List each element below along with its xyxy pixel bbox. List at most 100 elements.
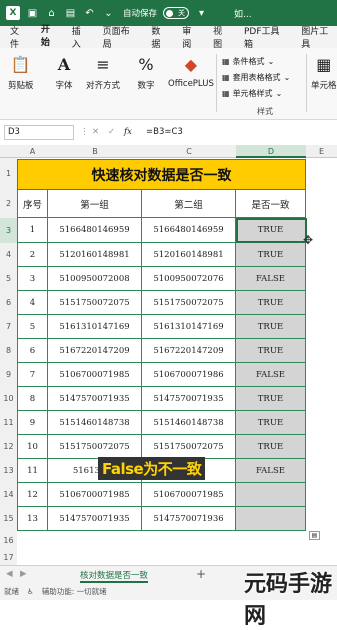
- print-icon[interactable]: ▤: [64, 7, 77, 20]
- row-header-16[interactable]: 16: [0, 531, 17, 551]
- table-cell[interactable]: 5151460148738: [48, 411, 142, 435]
- table-cell[interactable]: 5147570071936: [142, 507, 236, 531]
- tab-file[interactable]: 文件: [10, 24, 28, 50]
- cells-group[interactable]: ▦ 单元格: [311, 52, 337, 92]
- table-cell[interactable]: 13: [17, 507, 48, 531]
- table-cell[interactable]: [236, 483, 306, 507]
- table-cell[interactable]: 5147570071935: [142, 387, 236, 411]
- clipboard-group[interactable]: 📋 剪贴板: [8, 52, 34, 92]
- table-cell[interactable]: 10: [17, 435, 48, 459]
- row-header-14[interactable]: 14: [0, 483, 17, 507]
- table-cell[interactable]: TRUE: [236, 243, 306, 267]
- column-header-d[interactable]: D: [236, 145, 306, 158]
- table-cell[interactable]: 8: [17, 387, 48, 411]
- tab-data[interactable]: 数据: [151, 24, 169, 50]
- table-cell[interactable]: 3: [17, 267, 48, 291]
- row-header-5[interactable]: 5: [0, 267, 17, 291]
- row-header-9[interactable]: 9: [0, 363, 17, 387]
- table-cell[interactable]: FALSE: [236, 459, 306, 483]
- table-cell[interactable]: TRUE: [236, 435, 306, 459]
- table-cell[interactable]: 4: [17, 291, 48, 315]
- table-cell[interactable]: 5100950072008: [48, 267, 142, 291]
- table-cell[interactable]: 5120160148981: [142, 243, 236, 267]
- row-header-6[interactable]: 6: [0, 291, 17, 315]
- column-header-c[interactable]: C: [142, 145, 236, 158]
- table-cell[interactable]: 5151750072075: [142, 291, 236, 315]
- table-cell[interactable]: 5151750072075: [48, 435, 142, 459]
- table-cell[interactable]: 5106700071985: [142, 483, 236, 507]
- row-header-4[interactable]: 4: [0, 243, 17, 267]
- chevron-down-icon[interactable]: ⌄: [102, 7, 115, 20]
- tab-page-layout[interactable]: 页面布局: [103, 24, 139, 50]
- spreadsheet-grid[interactable]: ABCDE 快速核对数据是否一致 序号 第一组 第二组 是否一致 1 5166480146…: [0, 145, 337, 565]
- table-header-cell[interactable]: 是否一致: [236, 190, 306, 218]
- name-box[interactable]: D3: [4, 125, 74, 140]
- table-title[interactable]: 快速核对数据是否一致: [17, 159, 306, 190]
- save-icon[interactable]: ▣: [26, 7, 39, 20]
- table-cell[interactable]: 5106700071985: [48, 483, 142, 507]
- table-cell[interactable]: TRUE: [236, 291, 306, 315]
- table-cell[interactable]: 11: [17, 459, 48, 483]
- row-header-13[interactable]: 13: [0, 459, 17, 483]
- table-cell[interactable]: 5166480146959: [48, 218, 142, 243]
- tab-insert[interactable]: 插入: [72, 24, 90, 50]
- table-cell[interactable]: FALSE: [236, 363, 306, 387]
- row-header-2[interactable]: 2: [0, 190, 17, 218]
- font-group[interactable]: A 字体: [52, 52, 76, 92]
- add-sheet-icon[interactable]: +: [196, 567, 206, 581]
- tab-review[interactable]: 审阅: [182, 24, 200, 50]
- officeplus-group[interactable]: ◆ OfficePLUS: [168, 52, 214, 90]
- column-header-e[interactable]: E: [306, 145, 337, 158]
- formula-bar[interactable]: ⋮ ✕ ✓ fx =B3=C3: [80, 125, 337, 140]
- table-cell[interactable]: 12: [17, 483, 48, 507]
- row-header-10[interactable]: 10: [0, 387, 17, 411]
- row-header-8[interactable]: 8: [0, 339, 17, 363]
- table-cell[interactable]: 1: [17, 218, 48, 243]
- table-header-cell[interactable]: 第一组: [48, 190, 142, 218]
- table-cell[interactable]: 5151750072075: [48, 291, 142, 315]
- row-header-17[interactable]: 17: [0, 551, 17, 565]
- conditional-format-button[interactable]: ▦ 条件格式 ⌄: [222, 56, 274, 67]
- table-cell[interactable]: 5166480146959: [142, 218, 236, 243]
- next-sheet-icon[interactable]: ▶: [20, 569, 27, 579]
- table-header-cell[interactable]: 第二组: [142, 190, 236, 218]
- tab-image-tools[interactable]: 图片工具: [301, 24, 337, 50]
- align-group[interactable]: ≡ 对齐方式: [86, 52, 120, 92]
- table-cell[interactable]: 5161310147169: [48, 315, 142, 339]
- table-cell[interactable]: 5: [17, 315, 48, 339]
- tab-view[interactable]: 视图: [213, 24, 231, 50]
- row-header-15[interactable]: 15: [0, 507, 17, 531]
- table-cell[interactable]: 7: [17, 363, 48, 387]
- table-cell[interactable]: TRUE: [236, 315, 306, 339]
- fx-icon[interactable]: fx: [124, 125, 132, 139]
- table-cell[interactable]: TRUE: [236, 411, 306, 435]
- cancel-icon[interactable]: ✕: [92, 125, 99, 139]
- cell-styles-button[interactable]: ▦ 单元格样式 ⌄: [222, 88, 282, 99]
- table-cell[interactable]: TRUE: [236, 387, 306, 411]
- table-cell[interactable]: [236, 507, 306, 531]
- table-cell[interactable]: 5106700071985: [48, 363, 142, 387]
- table-cell[interactable]: TRUE: [236, 218, 306, 243]
- table-cell[interactable]: 5147570071935: [48, 387, 142, 411]
- table-header-cell[interactable]: 序号: [17, 190, 48, 218]
- number-group[interactable]: % 数字: [134, 52, 158, 92]
- tab-pdf-tools[interactable]: PDF工具箱: [244, 24, 288, 50]
- undo-icon[interactable]: ↶: [83, 7, 96, 20]
- table-cell[interactable]: 5161310147169: [142, 315, 236, 339]
- table-cell[interactable]: TRUE: [236, 339, 306, 363]
- column-header-a[interactable]: A: [17, 145, 48, 158]
- row-header-11[interactable]: 11: [0, 411, 17, 435]
- table-cell[interactable]: 5120160148981: [48, 243, 142, 267]
- save-cloud-icon[interactable]: ▾: [195, 7, 208, 20]
- table-cell[interactable]: 9: [17, 411, 48, 435]
- table-cell[interactable]: 2: [17, 243, 48, 267]
- table-cell[interactable]: 5147570071935: [48, 507, 142, 531]
- row-header-12[interactable]: 12: [0, 435, 17, 459]
- formula-text[interactable]: =B3=C3: [146, 125, 183, 139]
- file-name[interactable]: 如...: [234, 7, 252, 20]
- accessibility-status[interactable]: 辅助功能: 一切就绪: [42, 586, 107, 597]
- prev-sheet-icon[interactable]: ◀: [6, 569, 13, 579]
- table-cell[interactable]: 5106700071986: [142, 363, 236, 387]
- table-cell[interactable]: 5151460148738: [142, 411, 236, 435]
- confirm-icon[interactable]: ✓: [108, 125, 115, 139]
